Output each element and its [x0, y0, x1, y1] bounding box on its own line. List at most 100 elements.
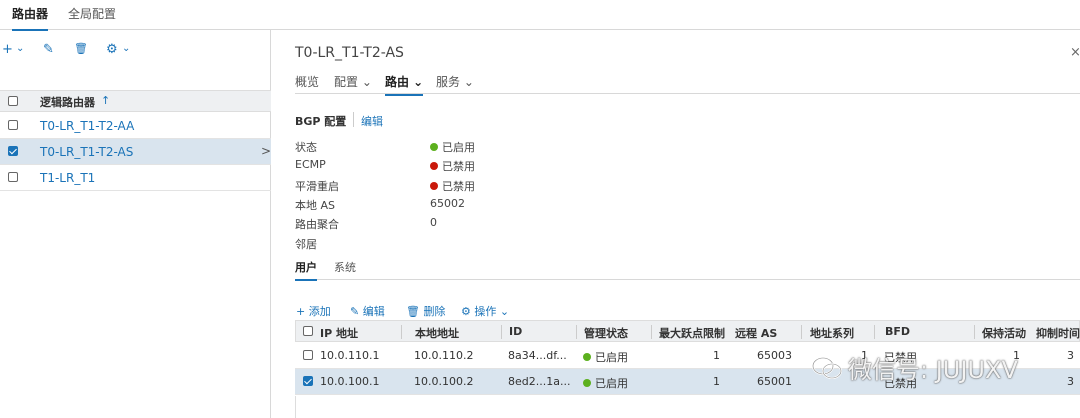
- column-header-keepalive[interactable]: 保持活动: [982, 325, 1034, 341]
- neighbor-subtabs: 用户 系统: [295, 258, 1080, 281]
- edit-neighbor-button[interactable]: ✎ 编辑: [350, 303, 385, 319]
- list-item[interactable]: T0-LR_T1-T2-AS >: [0, 139, 271, 165]
- delete-icon[interactable]: 🗑: [74, 42, 88, 55]
- status-enabled-icon: [583, 353, 591, 361]
- cell-admin-status: 已启用: [583, 349, 628, 365]
- status-text: 已禁用: [442, 160, 475, 173]
- row-checkbox[interactable]: [8, 172, 18, 182]
- status-enabled-icon: [430, 143, 438, 151]
- detail-title: T0-LR_T1-T2-AS: [295, 45, 404, 61]
- column-header-logical-router[interactable]: 逻辑路由器: [40, 94, 95, 110]
- wechat-logo-icon: [812, 357, 842, 379]
- expand-chevron-icon[interactable]: >: [261, 144, 271, 158]
- column-header-hold-time[interactable]: 抑制时间: [1036, 325, 1080, 341]
- cell-hold-time: 3: [1067, 375, 1074, 388]
- prop-label-route-aggregation: 路由聚合: [295, 218, 339, 231]
- tab-config[interactable]: 配置 ⌄: [334, 73, 372, 94]
- subtab-user[interactable]: 用户: [295, 259, 317, 281]
- cell-local-address: 10.0.110.2: [414, 349, 474, 362]
- cell-remote-as: 65001: [757, 375, 792, 388]
- neighbors-label: 邻居: [295, 238, 317, 251]
- cell-id: 8ed2...1a...: [508, 375, 571, 388]
- detail-tabs: 概览 配置 ⌄ 路由 ⌄ 服务 ⌄: [295, 72, 1080, 96]
- column-header-max-hops[interactable]: 最大跃点限制: [659, 325, 725, 341]
- cell-remote-as: 65003: [757, 349, 792, 362]
- column-divider: [651, 325, 652, 339]
- router-list-panel: + ⌄ ✎ 🗑 ⚙ ⌄ 逻辑路由器 ↑ T0-LR_T1-T2-AA T0-LR…: [0, 30, 271, 418]
- list-item[interactable]: T0-LR_T1-T2-AA: [0, 113, 271, 139]
- column-divider: [401, 325, 402, 339]
- cell-max-hops: 1: [713, 375, 720, 388]
- tab-routers[interactable]: 路由器: [12, 5, 49, 31]
- column-divider: [874, 325, 875, 339]
- router-name[interactable]: T0-LR_T1-T2-AS: [40, 145, 133, 159]
- edit-icon[interactable]: ✎: [43, 42, 54, 57]
- column-divider: [576, 325, 577, 339]
- prop-value-route-aggregation: 0: [430, 216, 437, 229]
- column-header-admin-status[interactable]: 管理状态: [584, 325, 628, 341]
- tab-routing[interactable]: 路由 ⌄: [385, 73, 424, 96]
- column-divider: [974, 325, 975, 339]
- prop-value-ecmp: 已禁用: [430, 158, 475, 174]
- router-name[interactable]: T0-LR_T1-T2-AA: [40, 119, 134, 133]
- cell-admin-status: 已启用: [583, 375, 628, 391]
- column-header-address-family[interactable]: 地址系列: [810, 325, 854, 341]
- delete-neighbor-button[interactable]: 🗑 删除: [406, 303, 445, 319]
- tab-global-config[interactable]: 全局配置: [68, 5, 116, 29]
- prop-value-local-as: 65002: [430, 197, 465, 210]
- column-header-ip[interactable]: IP 地址: [320, 325, 358, 341]
- row-checkbox[interactable]: [8, 146, 18, 156]
- subtab-system[interactable]: 系统: [334, 259, 356, 279]
- add-dropdown-chevron-icon[interactable]: ⌄: [16, 43, 24, 54]
- list-item[interactable]: T1-LR_T1: [0, 165, 271, 191]
- prop-label-status: 状态: [295, 141, 317, 154]
- prop-label-local-as: 本地 AS: [295, 199, 336, 212]
- cell-max-hops: 1: [713, 349, 720, 362]
- status-text: 已启用: [595, 351, 628, 364]
- divider: [353, 112, 354, 127]
- row-checkbox[interactable]: [8, 120, 18, 130]
- column-header-id[interactable]: ID: [509, 325, 522, 338]
- prop-label-ecmp: ECMP: [295, 158, 326, 171]
- add-neighbor-button[interactable]: + 添加: [296, 303, 331, 319]
- column-header-bfd[interactable]: BFD: [885, 325, 910, 338]
- prop-value-status: 已启用: [430, 139, 475, 155]
- prop-label-graceful-restart: 平滑重启: [295, 180, 339, 193]
- row-checkbox[interactable]: [303, 376, 313, 386]
- table-left-border: [295, 396, 296, 418]
- status-disabled-icon: [430, 182, 438, 190]
- tab-services[interactable]: 服务 ⌄: [436, 73, 474, 94]
- select-all-checkbox[interactable]: [303, 326, 313, 336]
- status-disabled-icon: [430, 162, 438, 170]
- column-header-remote-as[interactable]: 远程 AS: [735, 325, 777, 341]
- actions-menu-button[interactable]: ⚙ 操作 ⌄: [461, 303, 509, 319]
- list-header: 逻辑路由器 ↑: [0, 90, 271, 112]
- top-nav: 路由器 全局配置: [0, 0, 1080, 31]
- status-text: 已启用: [442, 141, 475, 154]
- add-router-button[interactable]: +: [2, 42, 13, 57]
- sort-arrow-icon[interactable]: ↑: [101, 94, 110, 107]
- prop-value-graceful-restart: 已禁用: [430, 178, 475, 194]
- tab-overview[interactable]: 概览: [295, 73, 319, 94]
- cell-id: 8a34...df...: [508, 349, 567, 362]
- close-icon[interactable]: ×: [1070, 45, 1080, 60]
- status-enabled-icon: [583, 379, 591, 387]
- cell-hold-time: 3: [1067, 349, 1074, 362]
- gear-dropdown-chevron-icon[interactable]: ⌄: [122, 43, 130, 54]
- cell-ip: 10.0.100.1: [320, 375, 380, 388]
- row-checkbox[interactable]: [303, 350, 313, 360]
- router-name[interactable]: T1-LR_T1: [40, 171, 95, 185]
- column-divider: [801, 325, 802, 339]
- column-divider: [501, 325, 502, 339]
- gear-icon[interactable]: ⚙: [106, 42, 118, 57]
- status-text: 已启用: [595, 377, 628, 390]
- status-text: 已禁用: [442, 180, 475, 193]
- neighbor-table-header: IP 地址 本地地址 ID 管理状态 最大跃点限制 远程 AS 地址系列 BFD…: [295, 320, 1080, 342]
- select-all-checkbox[interactable]: [8, 96, 18, 106]
- cell-local-address: 10.0.100.2: [414, 375, 474, 388]
- edit-bgp-link[interactable]: 编辑: [361, 113, 383, 129]
- bgp-config-heading: BGP 配置: [295, 115, 347, 128]
- column-header-local-address[interactable]: 本地地址: [415, 325, 459, 341]
- watermark-text: 微信号: JUJUXV: [848, 356, 1018, 384]
- cell-ip: 10.0.110.1: [320, 349, 380, 362]
